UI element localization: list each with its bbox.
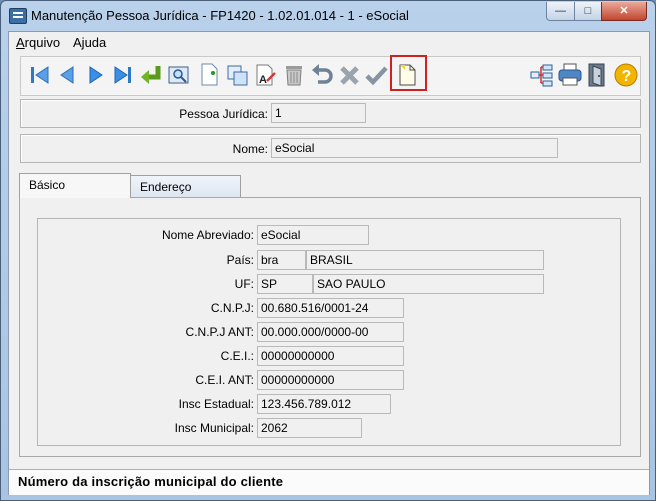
maximize-button[interactable]: □	[574, 2, 602, 21]
pais-code-field[interactable]: bra	[257, 250, 306, 270]
print-icon	[558, 63, 582, 86]
menu-arquivo[interactable]: Arquivo	[16, 35, 60, 50]
delete-button[interactable]	[281, 61, 307, 89]
menu-arquivo-rest: rquivo	[24, 35, 61, 50]
search-button[interactable]	[166, 61, 192, 89]
nome-abreviado-label: Nome Abreviado:	[161, 228, 254, 242]
menu-ajuda-rest: uda	[84, 35, 107, 50]
confirm-button[interactable]	[364, 61, 390, 89]
new-record-button[interactable]	[197, 61, 223, 89]
cei-label: C.E.I.:	[220, 349, 254, 363]
exit-button[interactable]	[585, 61, 611, 89]
new-record-icon	[201, 63, 218, 86]
menu-ajuda-pre: A	[73, 35, 82, 50]
tab-basico[interactable]: Básico	[19, 173, 131, 198]
uf-label: UF:	[234, 277, 254, 291]
insc-municipal-field[interactable]: 2062	[257, 418, 362, 438]
cancel-button[interactable]	[337, 61, 363, 89]
relationship-button[interactable]	[529, 61, 555, 89]
go-to-icon	[141, 66, 161, 84]
form-frame: Nome Abreviado: eSocial País: bra BRASIL…	[37, 218, 621, 446]
app-icon	[9, 8, 27, 24]
close-button[interactable]: ✕	[601, 2, 647, 21]
insc-estadual-label: Insc Estadual:	[178, 397, 254, 411]
copy-icon	[227, 65, 248, 86]
print-button[interactable]	[557, 61, 583, 89]
pessoa-juridica-label: Pessoa Jurídica:	[179, 107, 268, 121]
uf-code-field[interactable]: SP	[257, 274, 313, 294]
cei-field[interactable]: 00000000000	[257, 346, 404, 366]
uf-name-field: SAO PAULO	[313, 274, 544, 294]
relationship-icon	[530, 64, 553, 87]
svg-text:?: ?	[622, 68, 632, 85]
pais-label: País:	[226, 253, 254, 267]
edit-button[interactable]: A	[253, 61, 279, 89]
window-title: Manutenção Pessoa Jurídica - FP1420 - 1.…	[31, 8, 409, 23]
first-record-icon	[31, 66, 49, 84]
pessoa-juridica-field[interactable]: 1	[271, 103, 366, 123]
pessoa-juridica-frame: Pessoa Jurídica: 1	[20, 99, 641, 128]
cei-ant-label: C.E.I. ANT:	[195, 373, 254, 387]
copy-button[interactable]	[225, 61, 251, 89]
exit-icon	[588, 63, 605, 87]
insc-estadual-field[interactable]: 123.456.789.012	[257, 394, 391, 414]
menu-arquivo-mnemonic: A	[16, 35, 25, 50]
last-record-button[interactable]	[110, 61, 136, 89]
undo-button[interactable]	[309, 61, 335, 89]
cei-ant-field[interactable]: 00000000000	[257, 370, 404, 390]
title-bar[interactable]: Manutenção Pessoa Jurídica - FP1420 - 1.…	[1, 1, 655, 31]
client-area: Arquivo Ajuda A ? Pessoa Jurídica: 1 Nom…	[8, 31, 650, 495]
menu-ajuda[interactable]: Ajuda	[73, 35, 106, 50]
status-text: Número da inscrição municipal do cliente	[18, 474, 284, 489]
confirm-icon	[365, 66, 388, 86]
cnpj-ant-field[interactable]: 00.000.000/0000-00	[257, 322, 404, 342]
nome-frame: Nome: eSocial	[20, 134, 641, 163]
edit-icon: A	[256, 64, 276, 86]
pais-name-field: BRASIL	[306, 250, 544, 270]
highlight-box	[390, 55, 427, 91]
minimize-button[interactable]: —	[546, 2, 575, 21]
insc-municipal-label: Insc Municipal:	[174, 421, 254, 435]
status-bar: Número da inscrição municipal do cliente	[9, 469, 649, 495]
cancel-icon	[340, 66, 359, 85]
last-record-icon	[114, 66, 131, 84]
undo-icon	[312, 64, 333, 84]
cnpj-ant-label: C.N.P.J ANT:	[185, 325, 254, 339]
cnpj-field[interactable]: 00.680.516/0001-24	[257, 298, 404, 318]
tab-panel-basico: Nome Abreviado: eSocial País: bra BRASIL…	[19, 197, 641, 457]
go-to-button[interactable]	[138, 61, 164, 89]
delete-icon	[286, 66, 302, 86]
menu-bar: Arquivo Ajuda	[9, 32, 649, 52]
previous-record-icon	[60, 66, 74, 84]
help-icon: ?	[614, 63, 638, 87]
application-window: Manutenção Pessoa Jurídica - FP1420 - 1.…	[0, 0, 656, 501]
search-icon	[168, 66, 189, 84]
tab-endereco[interactable]: Endereço	[130, 175, 241, 197]
nome-abreviado-field[interactable]: eSocial	[257, 225, 369, 245]
next-record-button[interactable]	[82, 61, 108, 89]
nome-field[interactable]: eSocial	[271, 138, 558, 158]
next-record-icon	[89, 66, 103, 84]
first-record-button[interactable]	[26, 61, 52, 89]
previous-record-button[interactable]	[54, 61, 80, 89]
cnpj-label: C.N.P.J:	[210, 301, 254, 315]
svg-text:A: A	[259, 74, 267, 86]
nome-label: Nome:	[232, 142, 268, 156]
help-button[interactable]: ?	[613, 61, 639, 89]
toolbar: A ?	[20, 56, 641, 96]
